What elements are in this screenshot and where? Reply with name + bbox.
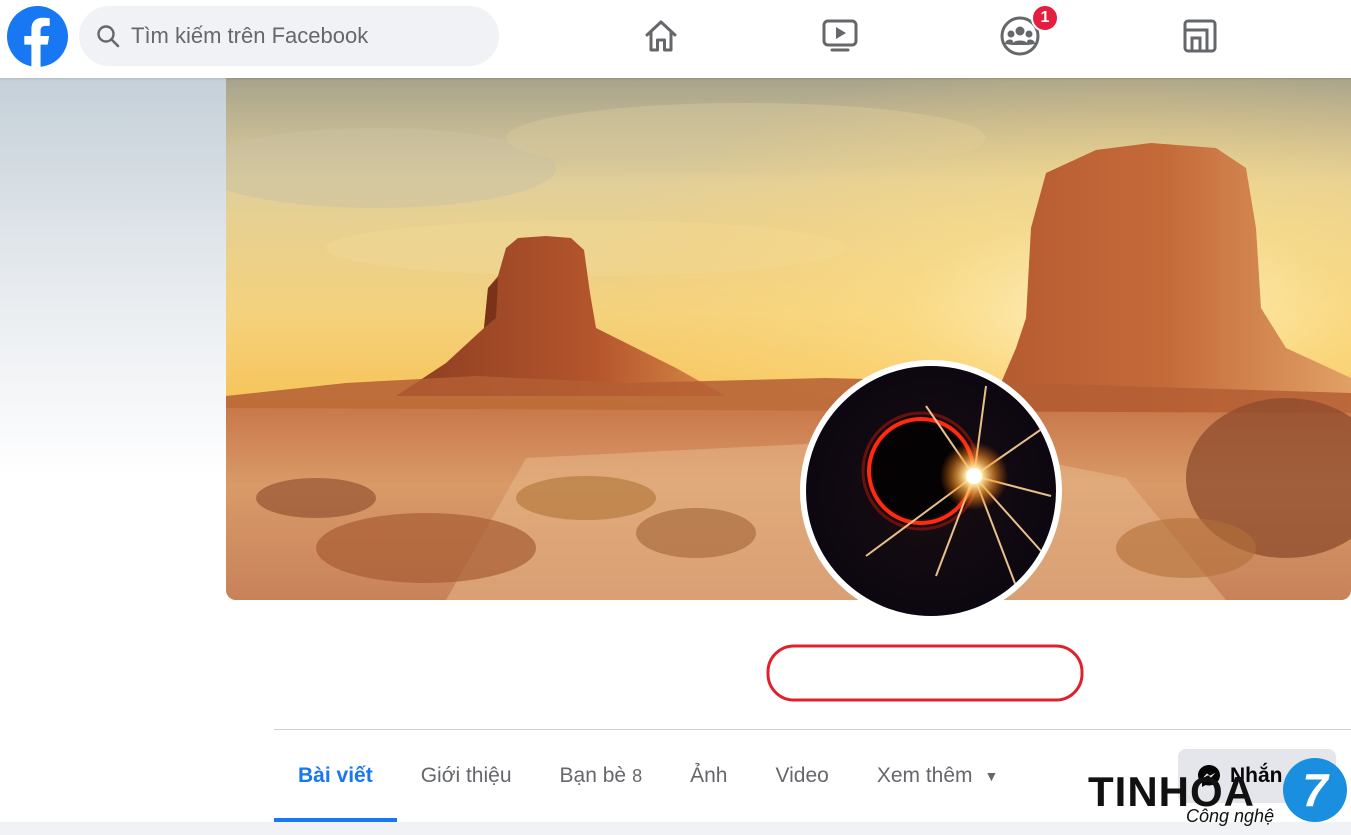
desert-landscape-image [226, 78, 1351, 600]
tab-videos-label: Video [775, 764, 829, 787]
solar-eclipse-image [806, 366, 1056, 616]
watermark-badge-number: 7 [1302, 764, 1330, 816]
caret-down-icon: ▼ [984, 768, 999, 784]
profile-avatar[interactable] [800, 360, 1062, 622]
cover-photo[interactable] [226, 78, 1351, 600]
search-input[interactable] [131, 23, 471, 49]
tab-posts[interactable]: Bài viết [274, 730, 397, 822]
facebook-logo-icon[interactable] [7, 6, 68, 67]
nav-home[interactable] [637, 12, 685, 60]
search-icon [97, 25, 120, 48]
home-icon [645, 20, 677, 52]
notification-badge: 1 [1031, 4, 1059, 32]
tab-videos[interactable]: Video [751, 730, 852, 822]
gaming-icon [1183, 19, 1217, 53]
search-bar[interactable] [79, 6, 499, 66]
tab-photos-label: Ảnh [690, 764, 728, 787]
tab-about[interactable]: Giới thiệu [397, 730, 536, 822]
video-play-icon [822, 19, 858, 52]
tab-photos[interactable]: Ảnh [666, 730, 751, 822]
tab-friends[interactable]: Bạn bè 8 [536, 730, 667, 822]
watermark-tagline: Công nghệ [1186, 806, 1275, 826]
tab-more-label: Xem thêm [876, 764, 973, 787]
nav-watch[interactable] [816, 12, 864, 60]
tab-posts-label: Bài viết [298, 764, 373, 787]
nav-gaming[interactable] [1176, 12, 1224, 60]
left-background-fade [0, 78, 226, 478]
name-highlight-oval [766, 644, 1084, 702]
tab-about-label: Giới thiệu [420, 764, 512, 787]
top-navigation-bar: 1 [0, 0, 1351, 78]
page-background-strip [0, 822, 1351, 835]
friends-count: 8 [632, 765, 643, 786]
tab-friends-label: Bạn bè [559, 764, 627, 787]
watermark-badge-icon: 7 [1283, 758, 1347, 822]
tab-more[interactable]: Xem thêm ▼ [853, 730, 1023, 822]
profile-tabs: Bài viết Giới thiệu Bạn bè 8 Ảnh Video Xe… [274, 730, 1022, 822]
